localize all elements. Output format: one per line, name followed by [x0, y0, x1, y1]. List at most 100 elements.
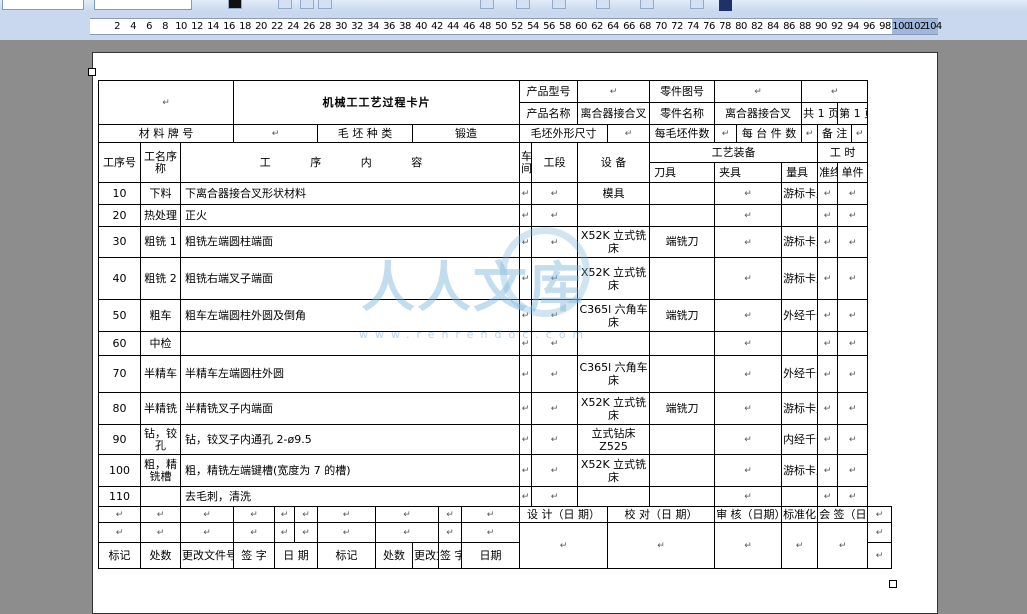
- process-no-cell[interactable]: 30: [98, 226, 141, 258]
- font-size-combobox[interactable]: [94, 0, 192, 10]
- gauge-cell[interactable]: 游标卡尺: [781, 257, 819, 300]
- equipment-cell[interactable]: 立式钻床 Z525: [577, 424, 651, 455]
- section-cell[interactable]: ↵: [531, 454, 579, 487]
- font-color-button[interactable]: [228, 0, 242, 9]
- blank-type-value[interactable]: 锻造: [411, 124, 521, 143]
- cutter-cell[interactable]: [649, 331, 716, 356]
- footer-cell[interactable]: ↵: [274, 506, 295, 523]
- fixture-cell[interactable]: ↵: [714, 204, 783, 227]
- process-content-cell[interactable]: 正火: [179, 204, 521, 227]
- section-cell[interactable]: ↵: [531, 204, 579, 227]
- unit-time-cell[interactable]: ↵: [837, 454, 869, 487]
- unit-time-cell[interactable]: ↵: [837, 486, 869, 507]
- workshop-cell[interactable]: ↵: [519, 355, 533, 393]
- footer-cell[interactable]: ↵: [180, 522, 234, 543]
- equipment-cell[interactable]: X52K 立式铣床: [577, 454, 651, 487]
- setup-time-cell[interactable]: ↵: [817, 257, 839, 300]
- fixture-cell[interactable]: ↵: [714, 257, 783, 300]
- equipment-cell[interactable]: X52K 立式铣床: [577, 392, 651, 425]
- process-content-cell[interactable]: 粗，精铣左端键槽(宽度为 7 的槽): [179, 454, 521, 487]
- process-name-cell[interactable]: 中检: [140, 331, 181, 356]
- process-no-cell[interactable]: 80: [98, 392, 141, 425]
- cutter-cell[interactable]: [649, 204, 716, 227]
- process-name-cell[interactable]: 钻，铰孔: [140, 424, 181, 455]
- cutter-cell[interactable]: [649, 257, 716, 300]
- equipment-cell[interactable]: C365l 六角车床: [577, 355, 651, 393]
- process-no-cell[interactable]: 110: [98, 486, 141, 507]
- footer-cell[interactable]: ↵: [233, 506, 275, 523]
- footer-cell[interactable]: ↵: [375, 506, 439, 523]
- process-content-cell[interactable]: 钻，铰叉子内通孔 2-ø9.5: [179, 424, 521, 455]
- section-cell[interactable]: ↵: [531, 226, 579, 258]
- fixture-cell[interactable]: ↵: [714, 486, 783, 507]
- cutter-cell[interactable]: [649, 424, 716, 455]
- process-content-cell[interactable]: [179, 331, 521, 356]
- toolbar-button[interactable]: [516, 0, 530, 9]
- equipment-cell[interactable]: X52K 立式铣床: [577, 226, 651, 258]
- style-combobox[interactable]: [2, 0, 84, 10]
- gauge-cell[interactable]: 内经千分尺: [781, 424, 819, 455]
- cutter-cell[interactable]: [649, 486, 716, 507]
- footer-review-value[interactable]: ↵: [714, 522, 783, 569]
- process-name-cell[interactable]: 热处理: [140, 204, 181, 227]
- workshop-cell[interactable]: ↵: [519, 392, 533, 425]
- footer-cell[interactable]: ↵: [294, 522, 318, 543]
- gauge-cell[interactable]: [781, 486, 819, 507]
- toolbar-button[interactable]: [300, 0, 314, 9]
- process-no-cell[interactable]: 40: [98, 257, 141, 300]
- footer-cell[interactable]: ↵: [460, 506, 521, 523]
- toolbar-button[interactable]: [278, 0, 292, 9]
- footer-design-value[interactable]: ↵: [519, 522, 609, 569]
- toolbar-button[interactable]: [552, 0, 566, 9]
- footer-cell[interactable]: ↵: [867, 522, 892, 543]
- process-name-cell[interactable]: 粗铣 2: [140, 257, 181, 300]
- horizontal-ruler[interactable]: 2 4 6 8 10 12 14 16 18 20 22 24 26 28 30 32 34 36 38 40 42 44…: [90, 18, 942, 35]
- unit-time-cell[interactable]: ↵: [837, 424, 869, 455]
- process-content-cell[interactable]: 粗车左端圆柱外圆及倒角: [179, 299, 521, 332]
- equipment-cell[interactable]: 模具: [577, 182, 651, 205]
- cutter-cell[interactable]: 端铣刀: [649, 226, 716, 258]
- workshop-cell[interactable]: ↵: [519, 226, 533, 258]
- cutter-cell[interactable]: 端铣刀: [649, 299, 716, 332]
- fixture-cell[interactable]: ↵: [714, 392, 783, 425]
- process-name-cell[interactable]: [140, 486, 181, 507]
- process-no-cell[interactable]: 50: [98, 299, 141, 332]
- process-content-cell[interactable]: 半精铣叉子内端面: [179, 392, 521, 425]
- equipment-cell[interactable]: [577, 331, 651, 356]
- gauge-cell[interactable]: 游标卡尺: [781, 226, 819, 258]
- setup-time-cell[interactable]: ↵: [817, 331, 839, 356]
- process-name-cell[interactable]: 半精车: [140, 355, 181, 393]
- footer-standard-value[interactable]: ↵: [781, 522, 819, 569]
- cutter-cell[interactable]: [649, 355, 716, 393]
- footer-cell[interactable]: ↵: [317, 506, 376, 523]
- fixture-cell[interactable]: ↵: [714, 355, 783, 393]
- workshop-cell[interactable]: ↵: [519, 454, 533, 487]
- toolbar-button[interactable]: [596, 0, 610, 9]
- toolbar-button[interactable]: [690, 0, 704, 9]
- workshop-cell[interactable]: ↵: [519, 424, 533, 455]
- product-name-value[interactable]: 离合器接合叉: [577, 102, 651, 125]
- gauge-cell[interactable]: [781, 331, 819, 356]
- unit-time-cell[interactable]: ↵: [837, 331, 869, 356]
- product-model-value[interactable]: ↵: [577, 80, 651, 103]
- setup-time-cell[interactable]: ↵: [817, 204, 839, 227]
- cutter-cell[interactable]: [649, 454, 716, 487]
- section-cell[interactable]: ↵: [531, 299, 579, 332]
- unit-time-cell[interactable]: ↵: [837, 355, 869, 393]
- process-no-cell[interactable]: 100: [98, 454, 141, 487]
- setup-time-cell[interactable]: ↵: [817, 355, 839, 393]
- workshop-cell[interactable]: ↵: [519, 182, 533, 205]
- unit-time-cell[interactable]: ↵: [837, 204, 869, 227]
- part-name-value[interactable]: 离合器接合叉: [714, 102, 803, 125]
- setup-time-cell[interactable]: ↵: [817, 454, 839, 487]
- gauge-cell[interactable]: [781, 204, 819, 227]
- workshop-cell[interactable]: ↵: [519, 331, 533, 356]
- section-cell[interactable]: ↵: [531, 182, 579, 205]
- unit-time-cell[interactable]: ↵: [837, 299, 869, 332]
- process-name-cell[interactable]: 半精铣: [140, 392, 181, 425]
- table-move-handle-icon[interactable]: [88, 68, 96, 76]
- setup-time-cell[interactable]: ↵: [817, 486, 839, 507]
- process-content-cell[interactable]: 半精车左端圆柱外圆: [179, 355, 521, 393]
- fixture-cell[interactable]: ↵: [714, 454, 783, 487]
- process-name-cell[interactable]: 粗，精铣槽: [140, 454, 181, 487]
